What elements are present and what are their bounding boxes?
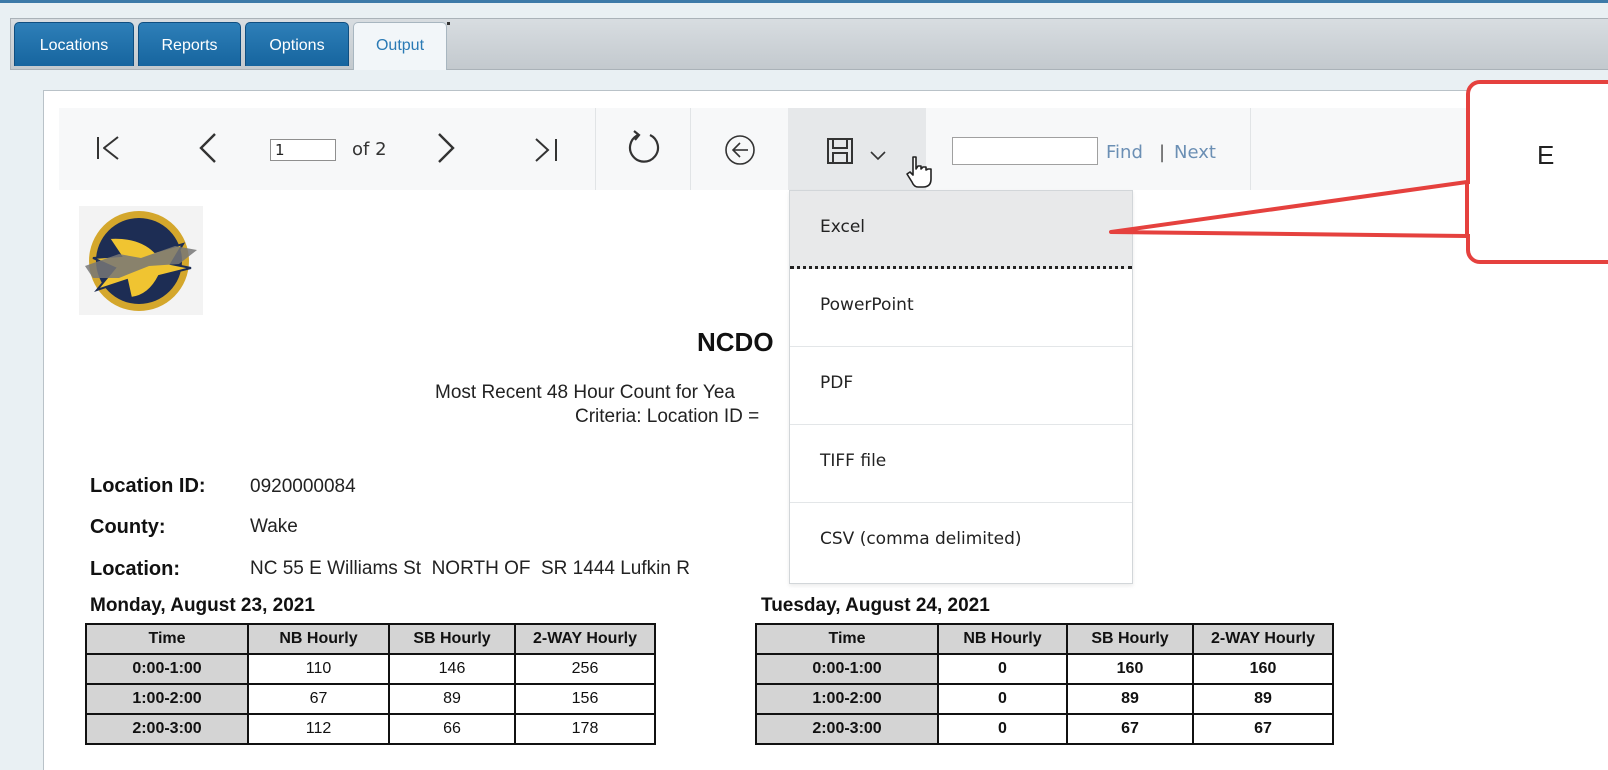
page-total-label: of 2	[352, 139, 387, 160]
time-cell: 0:00-1:00	[755, 653, 939, 685]
column-header: NB Hourly	[937, 623, 1068, 655]
next-page-icon[interactable]	[435, 130, 457, 166]
report-subtitle: Most Recent 48 Hour Count for Yea	[435, 382, 735, 403]
tab-bar: Locations Reports Options Output	[10, 18, 1608, 70]
location-id-label: Location ID:	[90, 475, 206, 497]
sb-cell: 89	[388, 683, 516, 715]
sb-cell: 160	[1066, 653, 1194, 685]
hand-cursor-icon	[906, 156, 932, 188]
toolbar-separator	[1250, 108, 1251, 190]
export-pdf-item[interactable]: PDF	[790, 347, 1132, 425]
table-row: 1:00-2:00 67 89 156	[85, 683, 656, 715]
report-criteria: Criteria: Location ID =	[575, 406, 760, 427]
nb-cell: 0	[937, 653, 1068, 685]
hourly-table-tuesday: Time NB Hourly SB Hourly 2-WAY Hourly 0:…	[755, 623, 1334, 745]
column-header: 2-WAY Hourly	[514, 623, 656, 655]
county-value: Wake	[250, 516, 298, 537]
nb-cell: 110	[247, 653, 390, 685]
table-row: 0:00-1:00 0 160 160	[755, 653, 1334, 685]
page-number-input[interactable]	[270, 139, 336, 161]
twoway-cell: 178	[514, 713, 656, 745]
toolbar-separator	[595, 108, 596, 190]
table-header-row: Time NB Hourly SB Hourly 2-WAY Hourly	[755, 623, 1334, 655]
export-csv-item[interactable]: CSV (comma delimited)	[790, 503, 1132, 581]
twoway-cell: 160	[1192, 653, 1334, 685]
first-page-icon[interactable]	[94, 133, 124, 163]
export-tiff-item[interactable]: TIFF file	[790, 425, 1132, 503]
nb-cell: 112	[247, 713, 390, 745]
toolbar-separator	[690, 108, 691, 190]
column-header: SB Hourly	[388, 623, 516, 655]
top-border	[0, 0, 1608, 3]
sb-cell: 89	[1066, 683, 1194, 715]
location-id-value: 0920000084	[250, 476, 356, 497]
time-cell: 0:00-1:00	[85, 653, 249, 685]
location-value: NC 55 E Williams St NORTH OF SR 1444 Luf…	[250, 558, 690, 579]
column-header: SB Hourly	[1066, 623, 1194, 655]
tab-options[interactable]: Options	[245, 22, 349, 66]
column-header: 2-WAY Hourly	[1192, 623, 1334, 655]
nb-cell: 0	[937, 713, 1068, 745]
hourly-table-monday: Time NB Hourly SB Hourly 2-WAY Hourly 0:…	[85, 623, 656, 745]
table-header-row: Time NB Hourly SB Hourly 2-WAY Hourly	[85, 623, 656, 655]
nb-cell: 67	[247, 683, 390, 715]
day-title: Monday, August 23, 2021	[90, 595, 315, 616]
find-separator: |	[1159, 142, 1166, 163]
callout-joint	[1469, 184, 1474, 234]
column-header: Time	[85, 623, 249, 655]
nb-cell: 0	[937, 683, 1068, 715]
location-label: Location:	[90, 558, 180, 580]
table-row: 2:00-3:00 0 67 67	[755, 713, 1334, 745]
sb-cell: 146	[388, 653, 516, 685]
twoway-cell: 256	[514, 653, 656, 685]
twoway-cell: 67	[1192, 713, 1334, 745]
back-icon[interactable]	[723, 133, 757, 167]
next-link[interactable]: Next	[1174, 142, 1216, 163]
tab-locations[interactable]: Locations	[14, 22, 134, 66]
twoway-cell: 89	[1192, 683, 1334, 715]
save-icon[interactable]	[825, 136, 855, 166]
report-title: NCDO	[697, 327, 774, 357]
time-cell: 2:00-3:00	[755, 713, 939, 745]
find-link[interactable]: Find	[1106, 142, 1143, 163]
column-header: Time	[755, 623, 939, 655]
time-cell: 2:00-3:00	[85, 713, 249, 745]
sb-cell: 66	[388, 713, 516, 745]
refresh-icon[interactable]	[624, 128, 664, 168]
tab-output[interactable]: Output	[353, 22, 450, 70]
export-powerpoint-item[interactable]: PowerPoint	[790, 269, 1132, 347]
column-header: NB Hourly	[247, 623, 390, 655]
tab-reports[interactable]: Reports	[138, 22, 241, 66]
time-cell: 1:00-2:00	[755, 683, 939, 715]
callout-pointer	[1109, 180, 1469, 238]
day-title: Tuesday, August 24, 2021	[761, 595, 990, 616]
county-label: County:	[90, 516, 166, 538]
callout-text: E	[1537, 140, 1555, 170]
report-logo	[79, 206, 203, 315]
twoway-cell: 156	[514, 683, 656, 715]
previous-page-icon[interactable]	[197, 130, 219, 166]
time-cell: 1:00-2:00	[85, 683, 249, 715]
sb-cell: 67	[1066, 713, 1194, 745]
ncdot-logo-icon	[85, 211, 197, 311]
find-input[interactable]	[952, 137, 1098, 165]
export-dropdown-menu: Excel PowerPoint PDF TIFF file CSV (comm…	[789, 190, 1133, 584]
export-excel-item[interactable]: Excel	[790, 191, 1132, 269]
table-row: 1:00-2:00 0 89 89	[755, 683, 1334, 715]
table-row: 2:00-3:00 112 66 178	[85, 713, 656, 745]
last-page-icon[interactable]	[532, 135, 562, 165]
chevron-down-icon[interactable]	[869, 150, 887, 162]
table-row: 0:00-1:00 110 146 256	[85, 653, 656, 685]
callout-box	[1466, 80, 1608, 264]
